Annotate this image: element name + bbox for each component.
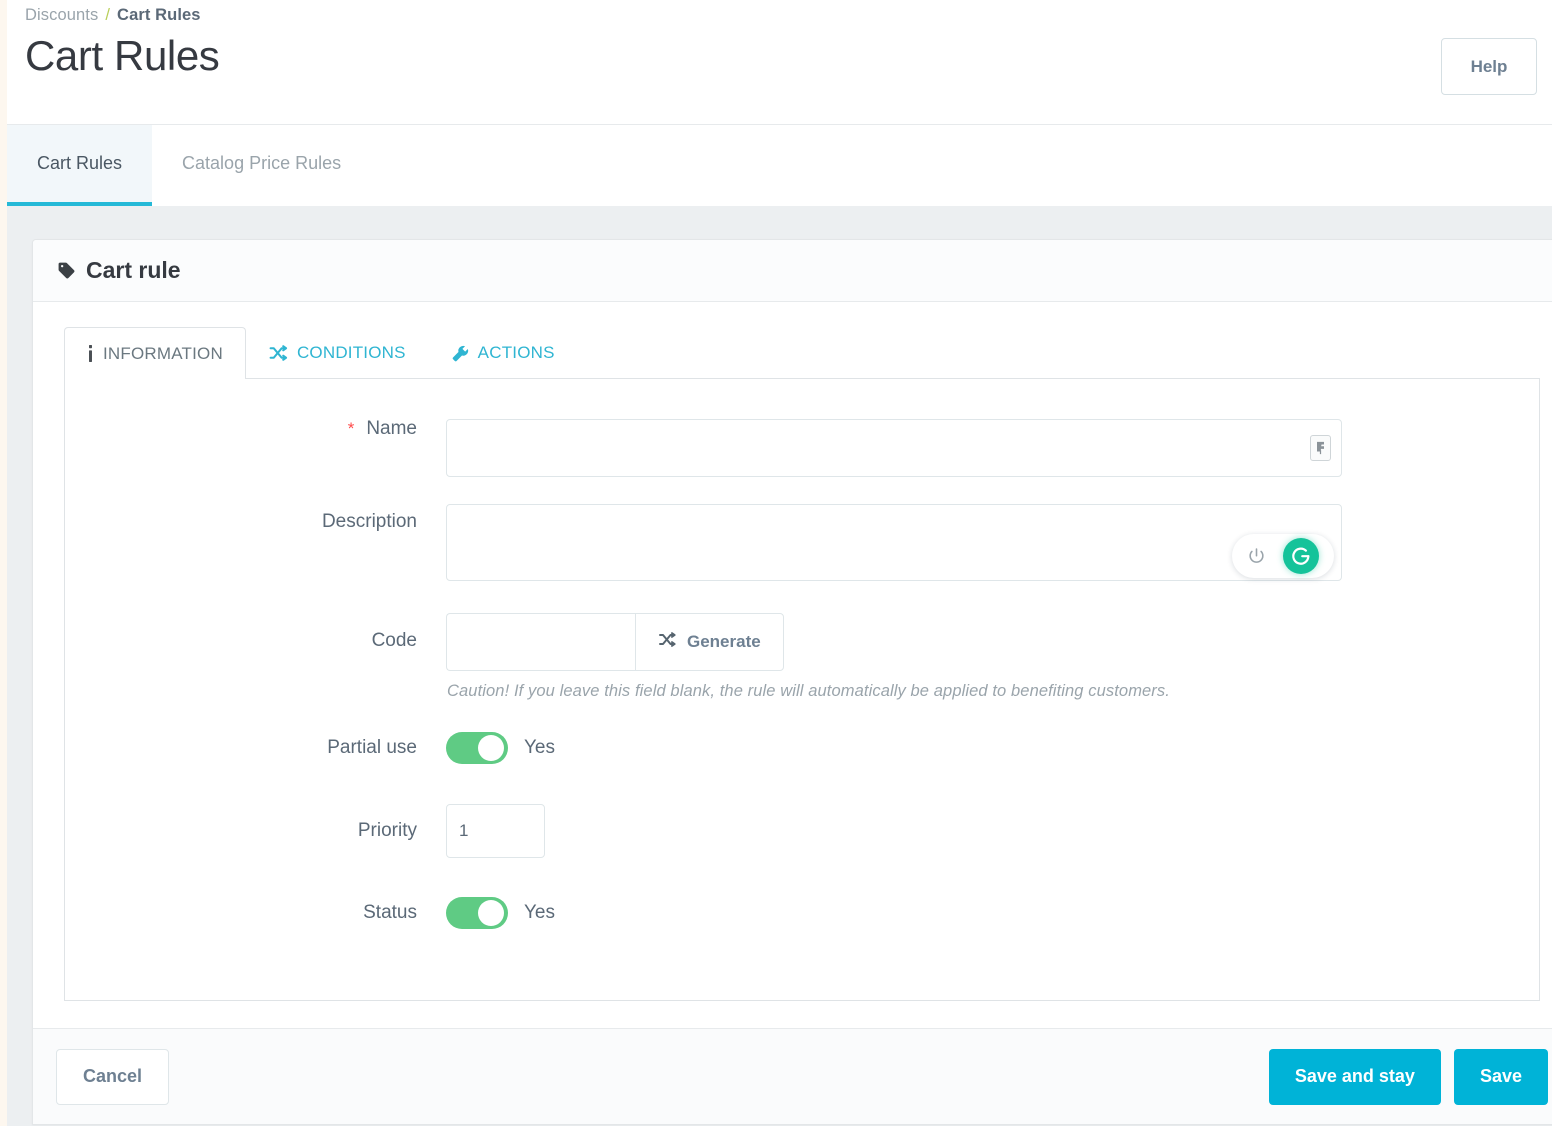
page-header: Discounts / Cart Rules Cart Rules Help	[7, 0, 1552, 124]
grammarly-logo-icon[interactable]	[1283, 538, 1320, 574]
toggle-knob	[478, 735, 504, 761]
description-control	[446, 504, 1342, 586]
required-marker: *	[347, 419, 355, 438]
footer-actions: Save and stay Save	[1268, 1048, 1548, 1105]
language-flag-icon[interactable]	[1310, 435, 1331, 461]
shuffle-icon	[269, 345, 288, 361]
generate-code-button-label: Generate	[687, 632, 761, 651]
page-title: Cart Rules	[25, 32, 220, 79]
partial-use-control: Yes	[446, 732, 555, 764]
breadcrumb: Discounts / Cart Rules	[25, 0, 1536, 25]
priority-control	[446, 804, 545, 858]
inner-tab-information-label: INFORMATION	[103, 343, 223, 363]
save-and-stay-button[interactable]: Save and stay	[1268, 1048, 1441, 1105]
card-header: Cart rule	[33, 240, 1552, 302]
save-button[interactable]: Save	[1453, 1048, 1548, 1105]
toggle-knob	[478, 900, 504, 926]
page-root: Discounts / Cart Rules Cart Rules Help Car…	[0, 0, 1552, 1126]
partial-use-state-label: Yes	[524, 737, 555, 758]
inner-tab-information[interactable]: INFORMATION	[64, 327, 246, 379]
partial-use-label-text: Partial use	[327, 737, 417, 758]
grammarly-widget[interactable]	[1232, 534, 1334, 578]
name-label: * Name	[65, 419, 446, 438]
power-icon[interactable]	[1247, 547, 1266, 566]
page-body: Cart rule INFORMATION CONDITIONS ACTIONS…	[7, 206, 1552, 1126]
inner-tab-bar: INFORMATION CONDITIONS ACTIONS	[64, 327, 1540, 379]
code-input-group: Generate	[446, 613, 1170, 671]
partial-use-toggle[interactable]	[446, 732, 508, 764]
information-tab-panel: * Name Description Code Generate Caution…	[64, 379, 1540, 1001]
description-textarea[interactable]	[446, 504, 1342, 581]
breadcrumb-separator: /	[105, 6, 111, 24]
card-footer: Cancel Save and stay Save	[33, 1028, 1552, 1124]
form-row-priority: Priority	[65, 804, 1539, 858]
top-tab-bar: Cart Rules Catalog Price Rules	[7, 124, 1552, 206]
wrench-icon	[452, 345, 469, 362]
shuffle-icon	[658, 632, 677, 652]
breadcrumb-parent-link[interactable]: Discounts	[25, 6, 98, 24]
status-control: Yes	[446, 897, 555, 929]
status-toggle[interactable]	[446, 897, 508, 929]
tab-catalog-price-rules[interactable]: Catalog Price Rules	[152, 125, 371, 206]
status-label-text: Status	[363, 902, 417, 923]
inner-tab-actions-label: ACTIONS	[477, 343, 555, 362]
generate-code-button[interactable]: Generate	[635, 613, 784, 671]
inner-tab-conditions[interactable]: CONDITIONS	[246, 327, 429, 378]
card-header-title: Cart rule	[86, 257, 181, 283]
inner-tab-actions[interactable]: ACTIONS	[429, 327, 578, 378]
info-icon	[87, 345, 94, 362]
inner-tab-conditions-label: CONDITIONS	[296, 343, 406, 362]
form-row-code: Code Generate Caution! If you leave this…	[65, 613, 1539, 701]
description-label: Description	[65, 504, 446, 531]
card-body: INFORMATION CONDITIONS ACTIONS * Name De…	[33, 302, 1552, 1028]
description-label-text: Description	[321, 511, 417, 532]
form-row-description: Description	[65, 504, 1539, 586]
code-hint-text: Caution! If you leave this field blank, …	[447, 682, 1170, 700]
cancel-button[interactable]: Cancel	[56, 1048, 170, 1105]
code-input[interactable]	[446, 613, 635, 671]
status-state-label: Yes	[524, 902, 555, 923]
code-label: Code	[65, 613, 446, 650]
name-input[interactable]	[446, 419, 1342, 477]
cart-rule-card: Cart rule INFORMATION CONDITIONS ACTIONS…	[32, 239, 1552, 1125]
code-label-text: Code	[371, 630, 417, 651]
status-label: Status	[65, 897, 446, 922]
help-button[interactable]: Help	[1441, 38, 1537, 95]
help-button-label: Help	[1470, 56, 1508, 76]
form-row-name: * Name	[65, 419, 1539, 477]
priority-label: Priority	[65, 804, 446, 840]
tab-cart-rules[interactable]: Cart Rules	[7, 125, 153, 206]
tag-icon	[57, 261, 76, 280]
tab-cart-rules-label: Cart Rules	[37, 153, 123, 173]
priority-input[interactable]	[446, 804, 545, 858]
name-label-text: Name	[366, 418, 417, 439]
form-row-partial-use: Partial use Yes	[65, 732, 1539, 764]
code-control: Generate Caution! If you leave this fiel…	[446, 613, 1170, 701]
partial-use-label: Partial use	[65, 732, 446, 757]
tab-catalog-price-rules-label: Catalog Price Rules	[182, 153, 342, 173]
form-row-status: Status Yes	[65, 897, 1539, 929]
breadcrumb-current: Cart Rules	[117, 6, 201, 24]
name-control	[446, 419, 1342, 477]
priority-label-text: Priority	[357, 820, 417, 841]
